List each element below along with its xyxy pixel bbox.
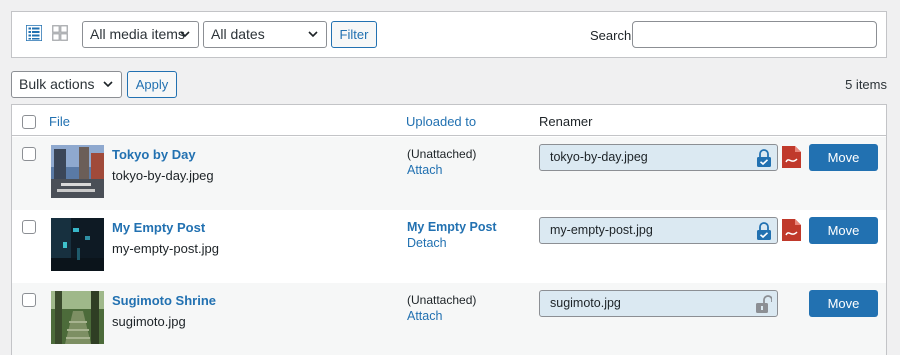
media-title-link[interactable]: Tokyo by Day — [112, 147, 196, 162]
thumbnail-image[interactable] — [51, 218, 104, 271]
table-row: Tokyo by Day tokyo-by-day.jpeg (Unattach… — [12, 137, 886, 210]
media-filename: sugimoto.jpg — [112, 314, 186, 329]
media-toolbar: All media items All dates Filter Search — [11, 11, 887, 58]
media-type-select[interactable]: All media items — [82, 21, 199, 48]
rename-input-value: tokyo-by-day.jpeg — [550, 150, 648, 164]
lock-closed-icon[interactable] — [756, 222, 772, 240]
list-view-icon[interactable] — [26, 25, 42, 41]
media-table: File Uploaded to Renamer Tokyo by Day to… — [11, 104, 887, 355]
table-header: File Uploaded to Renamer — [12, 105, 886, 136]
chevron-down-icon — [308, 31, 318, 38]
thumbnail-image[interactable] — [51, 145, 104, 198]
search-label: Search — [590, 28, 632, 43]
filter-button[interactable]: Filter — [331, 21, 377, 48]
move-button[interactable]: Move — [809, 290, 878, 317]
items-count: 5 items — [845, 77, 887, 92]
column-file[interactable]: File — [49, 114, 70, 129]
pdf-icon[interactable] — [782, 146, 801, 168]
detach-link[interactable]: Detach — [407, 236, 447, 250]
bulk-actions-select[interactable]: Bulk actions — [11, 71, 122, 98]
bulk-actions-value: Bulk actions — [19, 76, 95, 92]
column-uploaded-to[interactable]: Uploaded to — [406, 114, 476, 129]
uploaded-to-post-link[interactable]: My Empty Post — [407, 220, 497, 234]
chevron-down-icon — [180, 31, 190, 38]
media-filename: my-empty-post.jpg — [112, 241, 219, 256]
thumbnail-image[interactable] — [51, 291, 104, 344]
table-row: Sugimoto Shrine sugimoto.jpg (Unattached… — [12, 283, 886, 355]
attach-link[interactable]: Attach — [407, 309, 442, 323]
chevron-down-icon — [103, 81, 113, 88]
apply-button[interactable]: Apply — [127, 71, 177, 98]
rename-input[interactable]: my-empty-post.jpg — [539, 217, 778, 244]
lock-closed-icon[interactable] — [756, 149, 772, 167]
row-checkbox[interactable] — [22, 293, 36, 307]
row-checkbox[interactable] — [22, 220, 36, 234]
move-button[interactable]: Move — [809, 144, 878, 171]
date-select-value: All dates — [211, 26, 265, 42]
pdf-icon[interactable] — [782, 219, 801, 241]
select-all-checkbox[interactable] — [22, 115, 36, 129]
row-checkbox[interactable] — [22, 147, 36, 161]
table-row: My Empty Post my-empty-post.jpg My Empty… — [12, 210, 886, 283]
media-title-link[interactable]: Sugimoto Shrine — [112, 293, 216, 308]
rename-input[interactable]: tokyo-by-day.jpeg — [539, 144, 778, 171]
grid-view-icon[interactable] — [52, 25, 68, 41]
media-title-link[interactable]: My Empty Post — [112, 220, 205, 235]
uploaded-to-status: (Unattached) — [407, 293, 477, 307]
rename-input[interactable]: sugimoto.jpg — [539, 290, 778, 317]
media-filename: tokyo-by-day.jpeg — [112, 168, 214, 183]
move-button[interactable]: Move — [809, 217, 878, 244]
lock-open-icon[interactable] — [756, 295, 772, 313]
attach-link[interactable]: Attach — [407, 163, 442, 177]
rename-input-value: my-empty-post.jpg — [550, 223, 653, 237]
search-input[interactable] — [632, 21, 877, 48]
date-select[interactable]: All dates — [203, 21, 327, 48]
media-type-select-value: All media items — [90, 26, 185, 42]
rename-input-value: sugimoto.jpg — [550, 296, 621, 310]
column-renamer: Renamer — [539, 114, 593, 129]
uploaded-to-status: (Unattached) — [407, 147, 477, 161]
